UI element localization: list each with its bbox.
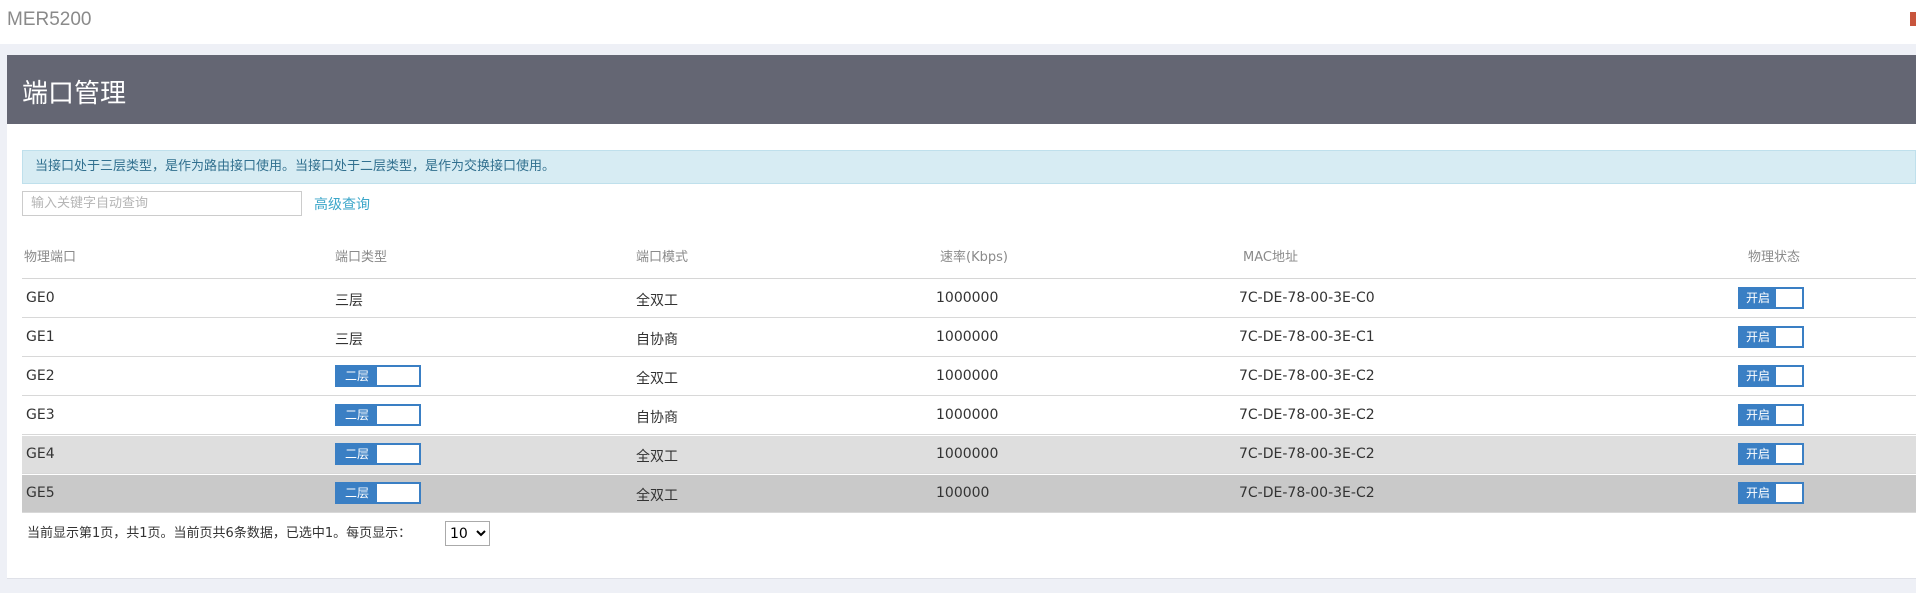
physical-state-toggle-label: 开启 [1740,484,1776,502]
port-mode: 全双工 [636,488,678,504]
table-row[interactable]: GE3 二层 自协商 1000000 7C-DE-78-00-3E-C2 开启 [22,396,1916,435]
port-table: 物理端口 端口类型 端口模式 速率(Kbps) MAC地址 物理状态 GE0 三层… [22,232,1916,513]
pagination-status: 当前显示第1页，共1页。当前页共6条数据，已选中1。每页显示： [27,526,412,541]
port-name: GE0 [26,290,55,306]
physical-state-toggle[interactable]: 开启 [1738,326,1804,348]
port-mac: 7C-DE-78-00-3E-C2 [1239,368,1375,384]
port-speed: 1000000 [936,329,999,345]
main-panel: 当接口处于三层类型，是作为路由接口使用。当接口处于二层类型，是作为交换接口使用。… [7,124,1916,579]
port-type-toggle-label: 二层 [337,406,377,424]
port-mode: 全双工 [636,371,678,387]
port-name: GE4 [26,446,55,462]
column-header-speed[interactable]: 速率(Kbps) [940,246,1008,265]
physical-state-toggle-label: 开启 [1740,406,1776,424]
table-row[interactable]: GE1 三层 自协商 1000000 7C-DE-78-00-3E-C1 开启 [22,318,1916,357]
port-mac: 7C-DE-78-00-3E-C2 [1239,407,1375,423]
port-mac: 7C-DE-78-00-3E-C2 [1239,446,1375,462]
info-notice: 当接口处于三层类型，是作为路由接口使用。当接口处于二层类型，是作为交换接口使用。 [22,150,1916,184]
port-type-toggle[interactable]: 二层 [335,404,421,426]
port-speed: 1000000 [936,407,999,423]
advanced-search-link[interactable]: 高级查询 [314,194,370,214]
port-mode: 自协商 [636,332,678,348]
table-header: 物理端口 端口类型 端口模式 速率(Kbps) MAC地址 物理状态 [22,232,1916,279]
port-speed: 1000000 [936,446,999,462]
port-type: 三层 [335,332,363,348]
physical-state-toggle-label: 开启 [1740,328,1776,346]
top-bar: MER5200 [0,0,1916,44]
page-title: 端口管理 [22,79,127,109]
physical-state-toggle[interactable]: 开启 [1738,287,1804,309]
port-type-toggle[interactable]: 二层 [335,482,421,504]
close-icon[interactable] [1910,12,1916,26]
port-name: GE5 [26,485,55,501]
port-name: GE1 [26,329,55,345]
column-header-state[interactable]: 物理状态 [1748,246,1800,265]
table-row[interactable]: GE5 二层 全双工 100000 7C-DE-78-00-3E-C2 开启 [22,474,1916,513]
search-input[interactable] [22,191,302,216]
physical-state-toggle-label: 开启 [1740,367,1776,385]
table-body: GE0 三层 全双工 1000000 7C-DE-78-00-3E-C0 开启 GE1 三层自… [22,279,1916,513]
port-mode: 全双工 [636,293,678,309]
port-name: GE3 [26,407,55,423]
column-header-mode[interactable]: 端口模式 [636,246,688,265]
port-mode: 全双工 [636,449,678,465]
port-mac: 7C-DE-78-00-3E-C1 [1239,329,1375,345]
port-type-toggle[interactable]: 二层 [335,443,421,465]
port-mac: 7C-DE-78-00-3E-C0 [1239,290,1375,306]
port-type-toggle-label: 二层 [337,445,377,463]
column-header-mac[interactable]: MAC地址 [1243,246,1298,265]
port-type-toggle[interactable]: 二层 [335,365,421,387]
page-header: 端口管理 [7,55,1916,124]
physical-state-toggle[interactable]: 开启 [1738,365,1804,387]
port-name: GE2 [26,368,55,384]
port-type: 三层 [335,293,363,309]
port-mac: 7C-DE-78-00-3E-C2 [1239,485,1375,501]
port-speed: 100000 [936,485,990,501]
table-row[interactable]: GE2 二层 全双工 1000000 7C-DE-78-00-3E-C2 开启 [22,357,1916,396]
app-title: MER5200 [7,9,92,30]
physical-state-toggle-label: 开启 [1740,445,1776,463]
page-size-select[interactable]: 10 [445,521,490,546]
port-mode: 自协商 [636,410,678,426]
table-row[interactable]: GE0 三层 全双工 1000000 7C-DE-78-00-3E-C0 开启 [22,279,1916,318]
physical-state-toggle[interactable]: 开启 [1738,404,1804,426]
physical-state-toggle[interactable]: 开启 [1738,443,1804,465]
physical-state-toggle[interactable]: 开启 [1738,482,1804,504]
column-header-port[interactable]: 物理端口 [24,246,76,265]
physical-state-toggle-label: 开启 [1740,289,1776,307]
port-type-toggle-label: 二层 [337,484,377,502]
port-type-toggle-label: 二层 [337,367,377,385]
table-row[interactable]: GE4 二层 全双工 1000000 7C-DE-78-00-3E-C2 开启 [22,435,1916,474]
port-speed: 1000000 [936,290,999,306]
port-speed: 1000000 [936,368,999,384]
column-header-type[interactable]: 端口类型 [335,246,387,265]
